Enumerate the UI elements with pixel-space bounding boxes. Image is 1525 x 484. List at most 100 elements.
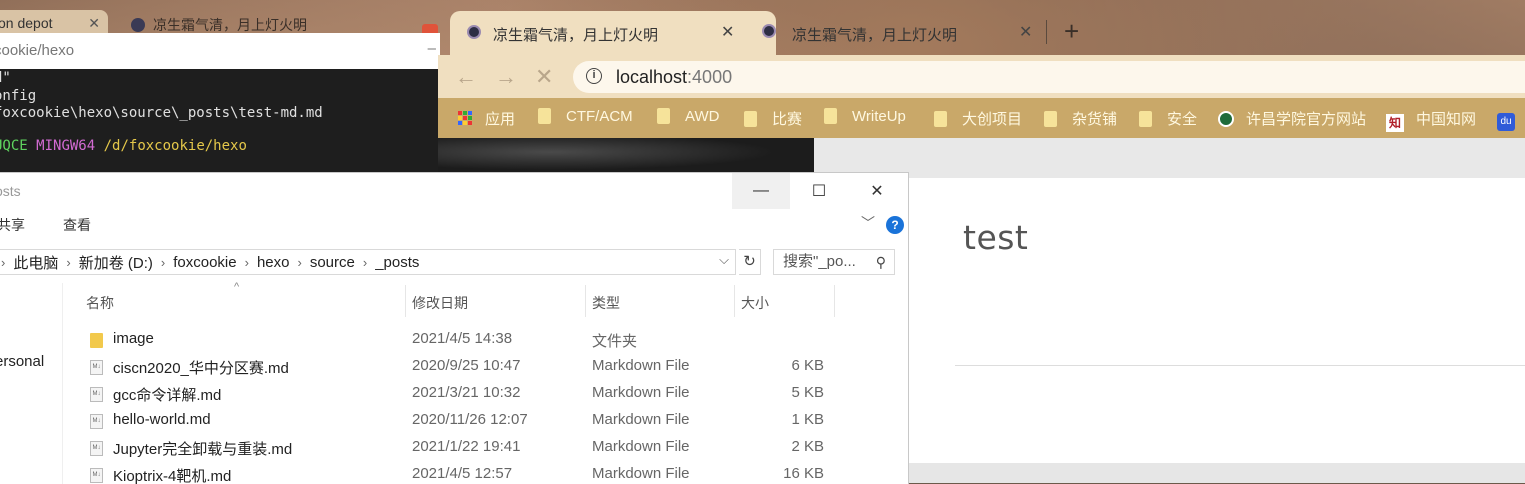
- page-footer-band: [908, 463, 1525, 483]
- file-date: 2020/9/25 10:47: [412, 357, 521, 374]
- browser-tab-inactive[interactable]: 凉生霜气清，月上灯火明: [792, 24, 957, 45]
- window-title: osts: [0, 183, 21, 199]
- file-row[interactable]: M↓ Kioptrix-4靶机.md 2021/4/5 12:57 Markdo…: [88, 462, 898, 484]
- refresh-icon[interactable]: ↻: [739, 249, 761, 275]
- file-row[interactable]: M↓ gcc命令详解.md 2021/3/21 10:32 Markdown F…: [88, 381, 898, 408]
- file-size: 5 KB: [791, 384, 824, 401]
- maximize-button[interactable]: ☐: [790, 173, 848, 209]
- file-name: Kioptrix-4靶机.md: [113, 468, 232, 484]
- nav-item[interactable]: ersonal: [0, 353, 44, 370]
- file-row[interactable]: M↓ hello-world.md 2020/11/26 12:07 Markd…: [88, 408, 898, 435]
- minimize-button[interactable]: —: [732, 173, 790, 209]
- prompt-env: MINGW64: [36, 138, 96, 154]
- stop-icon[interactable]: ✕: [535, 64, 553, 90]
- search-input[interactable]: 搜索"_po... ⚲: [773, 249, 895, 275]
- breadcrumb-item[interactable]: source: [310, 254, 355, 271]
- browser-tab-inactive-favicon: [762, 24, 776, 38]
- breadcrumb-item[interactable]: 新加卷 (D:): [79, 252, 153, 273]
- prompt-user: UQCE: [0, 138, 28, 154]
- browser-tab-active[interactable]: 凉生霜气清，月上灯火明 ✕: [450, 11, 776, 55]
- column-divider[interactable]: [734, 285, 735, 317]
- divider: [955, 365, 1525, 366]
- column-header-name[interactable]: 名称: [86, 293, 114, 313]
- file-name: image: [113, 330, 154, 347]
- breadcrumb-item[interactable]: _posts: [375, 254, 419, 271]
- close-icon: ✕: [870, 183, 884, 200]
- site-favicon-icon: [762, 24, 776, 38]
- new-tab-icon[interactable]: +: [1064, 14, 1079, 48]
- bookmark-folder[interactable]: CTF/ACM: [538, 108, 633, 125]
- column-divider[interactable]: [405, 285, 406, 317]
- bookmark-folder[interactable]: 比赛: [744, 108, 802, 129]
- chevron-right-icon: ›: [66, 254, 71, 270]
- bookmark-label: 中国知网: [1416, 111, 1477, 128]
- help-icon[interactable]: ?: [886, 216, 904, 234]
- forward-icon[interactable]: →: [495, 64, 517, 90]
- file-name: Jupyter完全卸载与重装.md: [113, 441, 293, 458]
- file-date: 2021/3/21 10:32: [412, 384, 521, 401]
- chevron-right-icon: ›: [362, 254, 368, 270]
- address-bar[interactable]: i localhost:4000: [573, 61, 1525, 93]
- back-icon[interactable]: ←: [455, 64, 477, 90]
- breadcrumb[interactable]: › 此电脑 › 新加卷 (D:) › foxcookie › hexo › so…: [0, 249, 736, 275]
- search-placeholder: 搜索"_po...: [783, 253, 856, 270]
- search-icon: ⚲: [875, 254, 886, 270]
- chevron-right-icon: ›: [1, 254, 6, 270]
- terminal-line: foxcookie\hexo\source\_posts\test-md.md: [0, 105, 323, 121]
- breadcrumb-item[interactable]: hexo: [257, 254, 290, 271]
- terminal-output[interactable]: d" onfig foxcookie\hexo\source\_posts\te…: [0, 69, 440, 173]
- sort-ascending-icon: ^: [234, 281, 240, 293]
- nav-pane-divider: [62, 283, 63, 484]
- breadcrumb-item[interactable]: foxcookie: [173, 254, 236, 271]
- file-row[interactable]: image 2021/4/5 14:38 文件夹: [88, 327, 898, 354]
- close-button[interactable]: ✕: [848, 173, 906, 209]
- minimize-icon[interactable]: –: [428, 33, 436, 67]
- column-header-date[interactable]: 修改日期: [412, 293, 468, 313]
- bookmark-label: 应用: [485, 111, 516, 128]
- file-date: 2021/1/22 19:41: [412, 438, 521, 455]
- markdown-file-icon: M↓: [90, 360, 103, 375]
- site-info-icon[interactable]: i: [586, 68, 602, 84]
- bookmark-folder[interactable]: 大创项目: [934, 108, 1022, 129]
- bookmark-folder[interactable]: WriteUp: [824, 108, 906, 125]
- bookmark-folder[interactable]: 安全: [1139, 108, 1197, 129]
- file-date: 2021/4/5 12:57: [412, 465, 513, 482]
- file-size: 2 KB: [791, 438, 824, 455]
- page-header-band: [814, 138, 1525, 178]
- column-divider[interactable]: [585, 285, 586, 317]
- file-date: 2020/11/26 12:07: [412, 411, 528, 428]
- chevron-down-icon[interactable]: ⌵: [719, 252, 729, 268]
- terminal-line: d": [0, 70, 11, 86]
- folder-icon: [657, 108, 670, 124]
- bookmark-apps[interactable]: 应用: [458, 108, 515, 129]
- chevron-down-icon[interactable]: ﹀: [861, 213, 875, 233]
- bookmark-label: 安全: [1167, 111, 1198, 128]
- prompt-path: /d/foxcookie/hexo: [103, 138, 247, 154]
- terminal-prompt: UQCE MINGW64 /d/foxcookie/hexo: [0, 138, 247, 154]
- bookmark-folder[interactable]: AWD: [657, 108, 719, 125]
- bookmark-site[interactable]: 许昌学院官方网站: [1218, 108, 1366, 129]
- folder-icon: [824, 108, 837, 124]
- file-row[interactable]: M↓ ciscn2020_华中分区赛.md 2020/9/25 10:47 Ma…: [88, 354, 898, 381]
- chevron-right-icon: ›: [297, 254, 302, 270]
- breadcrumb-item[interactable]: 此电脑: [13, 252, 58, 273]
- file-row[interactable]: M↓ Jupyter完全卸载与重装.md 2021/1/22 19:41 Mar…: [88, 435, 898, 462]
- close-tab-icon[interactable]: ✕: [1019, 22, 1032, 42]
- column-divider[interactable]: [834, 285, 835, 317]
- file-size: 6 KB: [791, 357, 824, 374]
- background-tab-title: on depot: [0, 15, 53, 31]
- ribbon-tab-view[interactable]: 查看: [63, 215, 91, 235]
- file-date: 2021/4/5 14:38: [412, 330, 513, 347]
- close-tab-icon[interactable]: ✕: [721, 22, 734, 42]
- bookmark-folder[interactable]: 杂货铺: [1044, 108, 1117, 129]
- file-type: Markdown File: [592, 411, 690, 428]
- column-header-size[interactable]: 大小: [741, 293, 769, 313]
- bookmark-site[interactable]: du: [1497, 108, 1515, 131]
- column-header-type[interactable]: 类型: [592, 293, 620, 313]
- chevron-right-icon: ›: [244, 254, 249, 270]
- bookmark-site[interactable]: 知中国知网: [1386, 108, 1476, 132]
- ribbon-tab-share[interactable]: 共享: [0, 215, 25, 235]
- cnki-logo-icon: 知: [1386, 114, 1404, 132]
- bookmark-label: 许昌学院官方网站: [1246, 111, 1367, 128]
- terminal-titlebar[interactable]: cookie/hexo –: [0, 33, 440, 70]
